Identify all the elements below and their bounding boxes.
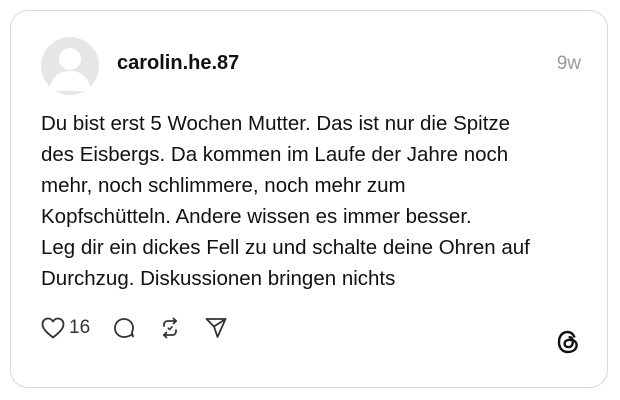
post-timestamp: 9w	[556, 53, 581, 74]
reply-button[interactable]	[112, 316, 136, 340]
post-actions: 16	[41, 313, 250, 343]
post-text: Du bist erst 5 Wochen Mutter. Das ist nu…	[41, 108, 601, 294]
like-count: 16	[69, 317, 91, 338]
post-text-line: Du bist erst 5 Wochen Mutter. Das ist nu…	[41, 112, 511, 135]
post-text-line: mehr, noch schlimmere, noch mehr zum	[41, 174, 406, 197]
threads-logo-icon[interactable]	[553, 327, 583, 357]
username[interactable]: carolin.he.87	[117, 52, 239, 75]
comment-icon	[112, 316, 136, 340]
like-button[interactable]: 16	[41, 317, 90, 339]
post-text-line: Leg dir ein dickes Fell zu und schalte d…	[41, 236, 530, 259]
repost-button[interactable]	[158, 316, 182, 340]
post-text-line: des Eisbergs. Da kommen im Laufe der Jah…	[41, 143, 509, 166]
avatar-icon[interactable]	[41, 37, 99, 95]
post-card: carolin.he.87 9w Du bist erst 5 Wochen M…	[10, 10, 608, 388]
post-text-line: Kopfschütteln. Andere wissen es immer be…	[41, 205, 472, 228]
send-icon	[204, 316, 228, 340]
share-button[interactable]	[204, 316, 228, 340]
repost-icon	[158, 316, 182, 340]
heart-icon	[41, 317, 65, 339]
post-text-line: Durchzug. Diskussionen bringen nichts	[41, 267, 396, 290]
